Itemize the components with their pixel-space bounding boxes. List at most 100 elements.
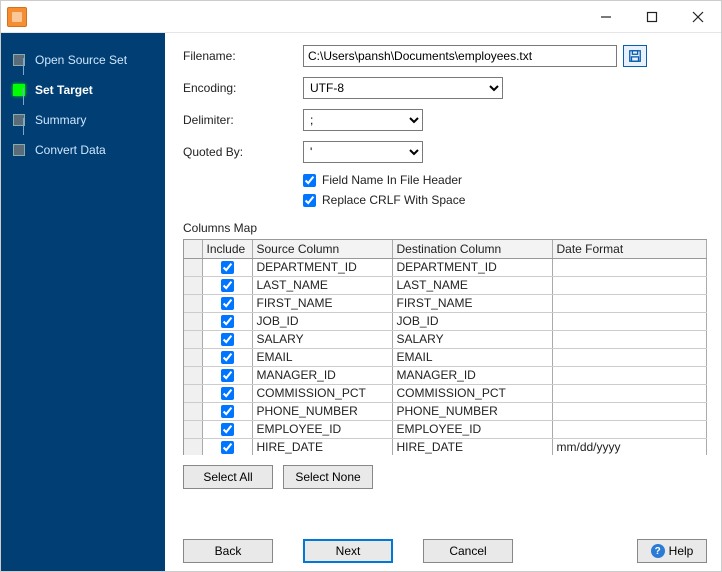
table-row[interactable]: JOB_IDJOB_ID: [184, 312, 707, 330]
table-row[interactable]: MANAGER_IDMANAGER_ID: [184, 366, 707, 384]
source-column-cell[interactable]: JOB_ID: [252, 312, 392, 330]
include-checkbox[interactable]: [221, 351, 234, 364]
table-row[interactable]: COMMISSION_PCTCOMMISSION_PCT: [184, 384, 707, 402]
include-checkbox[interactable]: [221, 405, 234, 418]
include-checkbox[interactable]: [221, 261, 234, 274]
row-header[interactable]: [184, 438, 202, 455]
source-column-cell[interactable]: COMMISSION_PCT: [252, 384, 392, 402]
step-link[interactable]: Set Target: [35, 83, 93, 97]
destination-column-cell[interactable]: PHONE_NUMBER: [392, 402, 552, 420]
source-column-cell[interactable]: MANAGER_ID: [252, 366, 392, 384]
minimize-button[interactable]: [583, 2, 629, 32]
body: Open Source Set Set Target Summary Convert …: [1, 33, 721, 571]
table-row[interactable]: PHONE_NUMBERPHONE_NUMBER: [184, 402, 707, 420]
source-column-cell[interactable]: DEPARTMENT_ID: [252, 258, 392, 276]
source-column-cell[interactable]: LAST_NAME: [252, 276, 392, 294]
source-column-cell[interactable]: FIRST_NAME: [252, 294, 392, 312]
filename-input[interactable]: [303, 45, 617, 67]
table-row[interactable]: EMAILEMAIL: [184, 348, 707, 366]
date-format-cell[interactable]: [552, 276, 707, 294]
date-format-cell[interactable]: [552, 294, 707, 312]
include-checkbox[interactable]: [221, 297, 234, 310]
include-checkbox[interactable]: [221, 315, 234, 328]
maximize-button[interactable]: [629, 2, 675, 32]
col-dest-header[interactable]: Destination Column: [392, 240, 552, 258]
row-header[interactable]: [184, 348, 202, 366]
row-header[interactable]: [184, 420, 202, 438]
include-checkbox[interactable]: [221, 279, 234, 292]
browse-button[interactable]: [623, 45, 647, 67]
destination-column-cell[interactable]: LAST_NAME: [392, 276, 552, 294]
date-format-cell[interactable]: [552, 420, 707, 438]
source-column-cell[interactable]: SALARY: [252, 330, 392, 348]
delimiter-select[interactable]: ;: [303, 109, 423, 131]
wizard-step[interactable]: Open Source Set: [1, 45, 165, 75]
source-column-cell[interactable]: PHONE_NUMBER: [252, 402, 392, 420]
step-link[interactable]: Convert Data: [35, 143, 106, 157]
include-checkbox[interactable]: [221, 423, 234, 436]
app-icon: [7, 7, 27, 27]
row-header[interactable]: [184, 402, 202, 420]
table-row[interactable]: HIRE_DATEHIRE_DATEmm/dd/yyyy: [184, 438, 707, 455]
back-button[interactable]: Back: [183, 539, 273, 563]
select-all-button[interactable]: Select All: [183, 465, 273, 489]
replace-crlf-checkbox[interactable]: [303, 194, 316, 207]
step-indicator-icon: [13, 144, 25, 156]
table-row[interactable]: FIRST_NAMEFIRST_NAME: [184, 294, 707, 312]
date-format-cell[interactable]: [552, 312, 707, 330]
destination-column-cell[interactable]: COMMISSION_PCT: [392, 384, 552, 402]
row-header[interactable]: [184, 384, 202, 402]
step-link[interactable]: Open Source Set: [35, 53, 127, 67]
row-header[interactable]: [184, 312, 202, 330]
table-row[interactable]: DEPARTMENT_IDDEPARTMENT_ID: [184, 258, 707, 276]
destination-column-cell[interactable]: SALARY: [392, 330, 552, 348]
next-button[interactable]: Next: [303, 539, 393, 563]
row-header[interactable]: [184, 366, 202, 384]
field-name-header-checkbox[interactable]: [303, 174, 316, 187]
table-row[interactable]: SALARYSALARY: [184, 330, 707, 348]
col-source-header[interactable]: Source Column: [252, 240, 392, 258]
filename-label: Filename:: [183, 49, 303, 63]
include-checkbox[interactable]: [221, 387, 234, 400]
date-format-cell[interactable]: [552, 348, 707, 366]
destination-column-cell[interactable]: MANAGER_ID: [392, 366, 552, 384]
cancel-button[interactable]: Cancel: [423, 539, 513, 563]
table-row[interactable]: LAST_NAMELAST_NAME: [184, 276, 707, 294]
select-none-button[interactable]: Select None: [283, 465, 373, 489]
table-row[interactable]: EMPLOYEE_IDEMPLOYEE_ID: [184, 420, 707, 438]
wizard-step[interactable]: Set Target: [1, 75, 165, 105]
row-header[interactable]: [184, 294, 202, 312]
destination-column-cell[interactable]: JOB_ID: [392, 312, 552, 330]
date-format-cell[interactable]: [552, 366, 707, 384]
row-header[interactable]: [184, 258, 202, 276]
close-button[interactable]: [675, 2, 721, 32]
col-datefmt-header[interactable]: Date Format: [552, 240, 707, 258]
date-format-cell[interactable]: [552, 258, 707, 276]
destination-column-cell[interactable]: FIRST_NAME: [392, 294, 552, 312]
wizard-step[interactable]: Convert Data: [1, 135, 165, 165]
destination-column-cell[interactable]: HIRE_DATE: [392, 438, 552, 455]
wizard-step[interactable]: Summary: [1, 105, 165, 135]
step-link[interactable]: Summary: [35, 113, 86, 127]
destination-column-cell[interactable]: EMAIL: [392, 348, 552, 366]
date-format-cell[interactable]: [552, 330, 707, 348]
source-column-cell[interactable]: EMPLOYEE_ID: [252, 420, 392, 438]
help-button[interactable]: ? Help: [637, 539, 707, 563]
destination-column-cell[interactable]: DEPARTMENT_ID: [392, 258, 552, 276]
date-format-cell[interactable]: [552, 402, 707, 420]
include-checkbox[interactable]: [221, 441, 234, 454]
quoted-by-select[interactable]: ': [303, 141, 423, 163]
source-column-cell[interactable]: HIRE_DATE: [252, 438, 392, 455]
row-header[interactable]: [184, 276, 202, 294]
include-checkbox[interactable]: [221, 333, 234, 346]
encoding-select[interactable]: UTF-8: [303, 77, 503, 99]
source-column-cell[interactable]: EMAIL: [252, 348, 392, 366]
include-checkbox[interactable]: [221, 369, 234, 382]
date-format-cell[interactable]: [552, 384, 707, 402]
destination-column-cell[interactable]: EMPLOYEE_ID: [392, 420, 552, 438]
help-icon: ?: [651, 544, 665, 558]
date-format-cell[interactable]: mm/dd/yyyy: [552, 438, 707, 455]
row-header[interactable]: [184, 330, 202, 348]
columns-map-grid[interactable]: Include Source Column Destination Column…: [183, 239, 707, 455]
col-include-header[interactable]: Include: [202, 240, 252, 258]
